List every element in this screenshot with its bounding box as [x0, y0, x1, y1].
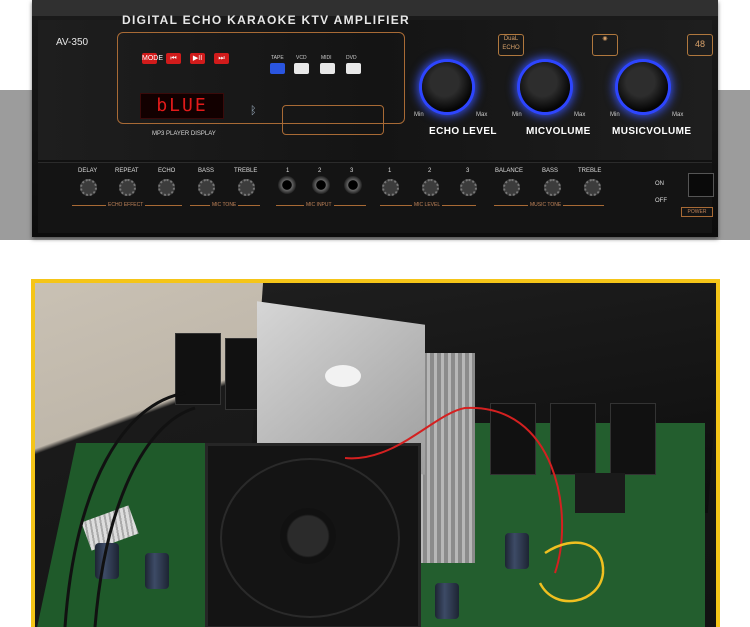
mic-level-group-label: MIC LEVEL [412, 202, 443, 208]
music-bass-label: BASS [542, 168, 559, 174]
mic-treble-knob[interactable] [238, 179, 255, 196]
usb-sd-interface[interactable] [282, 105, 384, 135]
mic-bass-knob[interactable] [198, 179, 215, 196]
repeat-label: REPEAT [115, 168, 139, 174]
mic-input-group-label: MIC INPUT [304, 202, 334, 208]
play-pause-button[interactable]: ▶II [190, 53, 205, 64]
internals-photo [35, 283, 716, 627]
source-midi-button[interactable] [320, 63, 335, 74]
echo-label: ECHO [158, 168, 176, 174]
music-treble-knob[interactable] [584, 179, 601, 196]
mic-level-1-knob[interactable] [382, 179, 399, 196]
music-volume-label: MUSICVOLUME [612, 126, 692, 137]
next-button[interactable]: ⏭ [214, 53, 229, 64]
bluetooth-icon: ᛒ [250, 105, 257, 117]
internals-photo-frame [31, 279, 720, 627]
delay-knob[interactable] [80, 179, 97, 196]
mic-level-1-label: 1 [388, 168, 392, 174]
wires [63, 391, 605, 627]
model-label: AV-350 [56, 37, 89, 48]
panel-title: DIGITAL ECHO KARAOKE KTV AMPLIFIER [122, 13, 410, 27]
balance-label: BALANCE [495, 168, 524, 174]
music-volume-knob[interactable] [618, 62, 668, 112]
mic-level-2-label: 2 [428, 168, 432, 174]
music-bass-knob[interactable] [544, 179, 561, 196]
mic-input-2-label: 2 [318, 168, 322, 174]
amplifier-front-panel: DIGITAL ECHO KARAOKE KTV AMPLIFIER AV-35… [32, 0, 718, 237]
mic-max-label: Max [574, 112, 586, 118]
echo-max-label: Max [476, 112, 488, 118]
mode-button[interactable]: MODE [142, 53, 163, 64]
control-strip [38, 162, 712, 233]
source-vcd-label: VCD [296, 55, 307, 61]
dual-echo-badge: DuaL ECHO [498, 34, 524, 56]
mic-level-3-label: 3 [466, 168, 470, 174]
echo-level-label: ECHO LEVEL [429, 126, 497, 137]
mic-input-3-label: 3 [350, 168, 354, 174]
delay-label: DELAY [78, 168, 98, 174]
mic-volume-label: MICVOLUME [526, 126, 591, 137]
power-switch[interactable] [688, 173, 714, 197]
source-midi-label: MIDI [321, 55, 332, 61]
source-vcd-button[interactable] [294, 63, 309, 74]
echo-effect-group-label: ECHO EFFECT [106, 202, 146, 208]
source-tape-button[interactable] [270, 63, 285, 74]
mic-input-3-jack[interactable] [344, 176, 362, 194]
power-label: POWER [681, 207, 713, 217]
off-label: OFF [655, 198, 667, 204]
echo-knob[interactable] [158, 179, 175, 196]
mic-volume-knob[interactable] [520, 62, 570, 112]
mic-input-1-jack[interactable] [278, 176, 296, 194]
mic-min-label: Min [512, 112, 522, 118]
music-max-label: Max [672, 112, 684, 118]
music-tone-group-label: MUSIC TONE [528, 202, 564, 208]
on-label: ON [655, 181, 664, 187]
mic-level-2-knob[interactable] [422, 179, 439, 196]
mic-level-3-knob[interactable] [460, 179, 477, 196]
repeat-knob[interactable] [119, 179, 136, 196]
brand-logo-badge: ◉ [592, 34, 618, 56]
mp3-display-label: MP3 PLAYER DISPLAY [152, 131, 216, 137]
mic-treble-label: TREBLE [234, 168, 258, 174]
led-display: bLUE [140, 93, 224, 119]
echo-level-knob[interactable] [422, 62, 472, 112]
music-min-label: Min [610, 112, 620, 118]
mic-input-2-jack[interactable] [312, 176, 330, 194]
mic-tone-group-label: MIC TONE [210, 202, 239, 208]
music-treble-label: TREBLE [578, 168, 602, 174]
source-tape-label: TAPE [271, 55, 284, 61]
prev-button[interactable]: ⏮ [166, 53, 181, 64]
echo-min-label: Min [414, 112, 424, 118]
channel-badge: 48 [687, 34, 713, 56]
source-dvd-button[interactable] [346, 63, 361, 74]
mic-bass-label: BASS [198, 168, 215, 174]
balance-knob[interactable] [503, 179, 520, 196]
amplifier-front-photo: DIGITAL ECHO KARAOKE KTV AMPLIFIER AV-35… [0, 0, 750, 255]
mic-input-1-label: 1 [286, 168, 290, 174]
source-dvd-label: DVD [346, 55, 357, 61]
